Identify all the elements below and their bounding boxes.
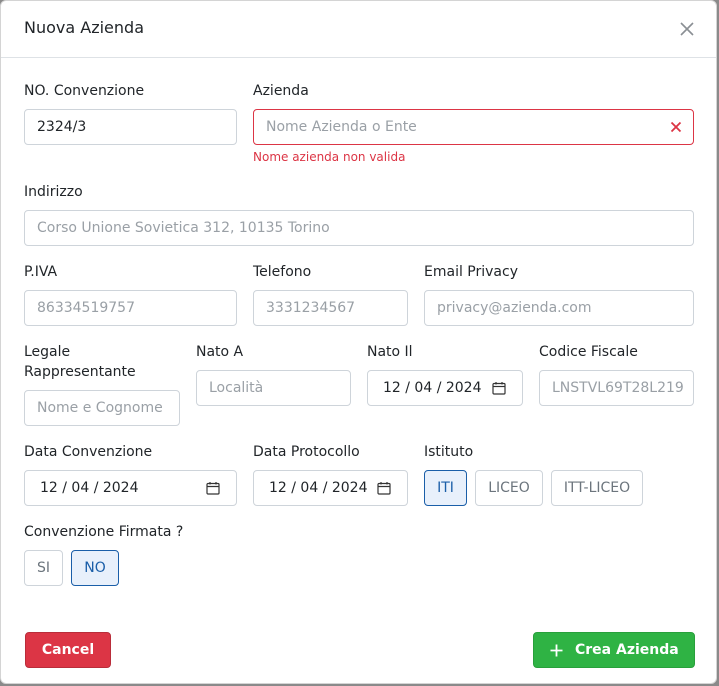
azienda-label: Azienda [253, 83, 309, 99]
nato-a-input[interactable]: Località [196, 370, 351, 406]
convenzione-input[interactable]: 2324/3 [24, 109, 237, 145]
azienda-error: Nome azienda non valida [253, 150, 406, 164]
piva-label: P.IVA [24, 264, 58, 280]
new-company-modal: Nuova Azienda NO. Convenzione 2324/3 Azi… [0, 0, 717, 684]
data-protocollo-label: Data Protocollo [253, 444, 360, 460]
legale-rappresentante-input[interactable]: Nome e Cognome [24, 390, 180, 426]
data-convenzione-value: 12 / 04 / 2024 [40, 480, 139, 496]
nato-il-input[interactable]: 12 / 04 / 2024 [367, 370, 523, 406]
close-button[interactable] [676, 18, 698, 40]
indirizzo-input[interactable]: Corso Unione Sovietica 312, 10135 Torino [24, 210, 694, 246]
nato-a-label: Nato A [196, 344, 244, 360]
istituto-option-liceo[interactable]: LICEO [475, 470, 543, 506]
firmata-option-no[interactable]: NO [71, 550, 119, 586]
modal-header: Nuova Azienda [1, 1, 716, 58]
firmata-option-si[interactable]: SI [24, 550, 63, 586]
create-company-button[interactable]: Crea Azienda [533, 632, 695, 668]
codice-fiscale-label: Codice Fiscale [539, 344, 638, 360]
azienda-input[interactable]: Nome Azienda o Ente [253, 109, 694, 145]
firmata-label: Convenzione Firmata ? [24, 524, 184, 540]
piva-input[interactable]: 86334519757 [24, 290, 237, 326]
legale-label-line2: Rappresentante [24, 364, 136, 380]
cancel-button[interactable]: Cancel [25, 632, 111, 668]
calendar-icon[interactable] [492, 381, 506, 395]
nato-il-label: Nato Il [367, 344, 413, 360]
telefono-input[interactable]: 3331234567 [253, 290, 408, 326]
data-protocollo-input[interactable]: 12 / 04 / 2024 [253, 470, 408, 506]
codice-fiscale-input[interactable]: LNSTVL69T28L219 [539, 370, 694, 406]
email-privacy-label: Email Privacy [424, 264, 518, 280]
invalid-icon [670, 121, 682, 133]
data-convenzione-label: Data Convenzione [24, 444, 153, 460]
istituto-option-iti[interactable]: ITI [424, 470, 467, 506]
istituto-option-itt-liceo[interactable]: ITT-LICEO [551, 470, 643, 506]
azienda-placeholder: Nome Azienda o Ente [266, 119, 417, 135]
calendar-icon[interactable] [206, 481, 220, 495]
nato-il-value: 12 / 04 / 2024 [383, 380, 482, 396]
telefono-label: Telefono [253, 264, 312, 280]
modal-title: Nuova Azienda [24, 18, 144, 37]
plus-icon [550, 644, 563, 657]
legale-label-line1: Legale [24, 344, 71, 360]
create-company-label: Crea Azienda [575, 642, 679, 658]
calendar-icon[interactable] [377, 481, 391, 495]
close-icon [680, 22, 694, 36]
data-convenzione-input[interactable]: 12 / 04 / 2024 [24, 470, 237, 506]
istituto-label: Istituto [424, 444, 474, 460]
indirizzo-label: Indirizzo [24, 184, 83, 200]
data-protocollo-value: 12 / 04 / 2024 [269, 480, 368, 496]
email-privacy-input[interactable]: privacy@azienda.com [424, 290, 694, 326]
convenzione-label: NO. Convenzione [24, 83, 145, 99]
